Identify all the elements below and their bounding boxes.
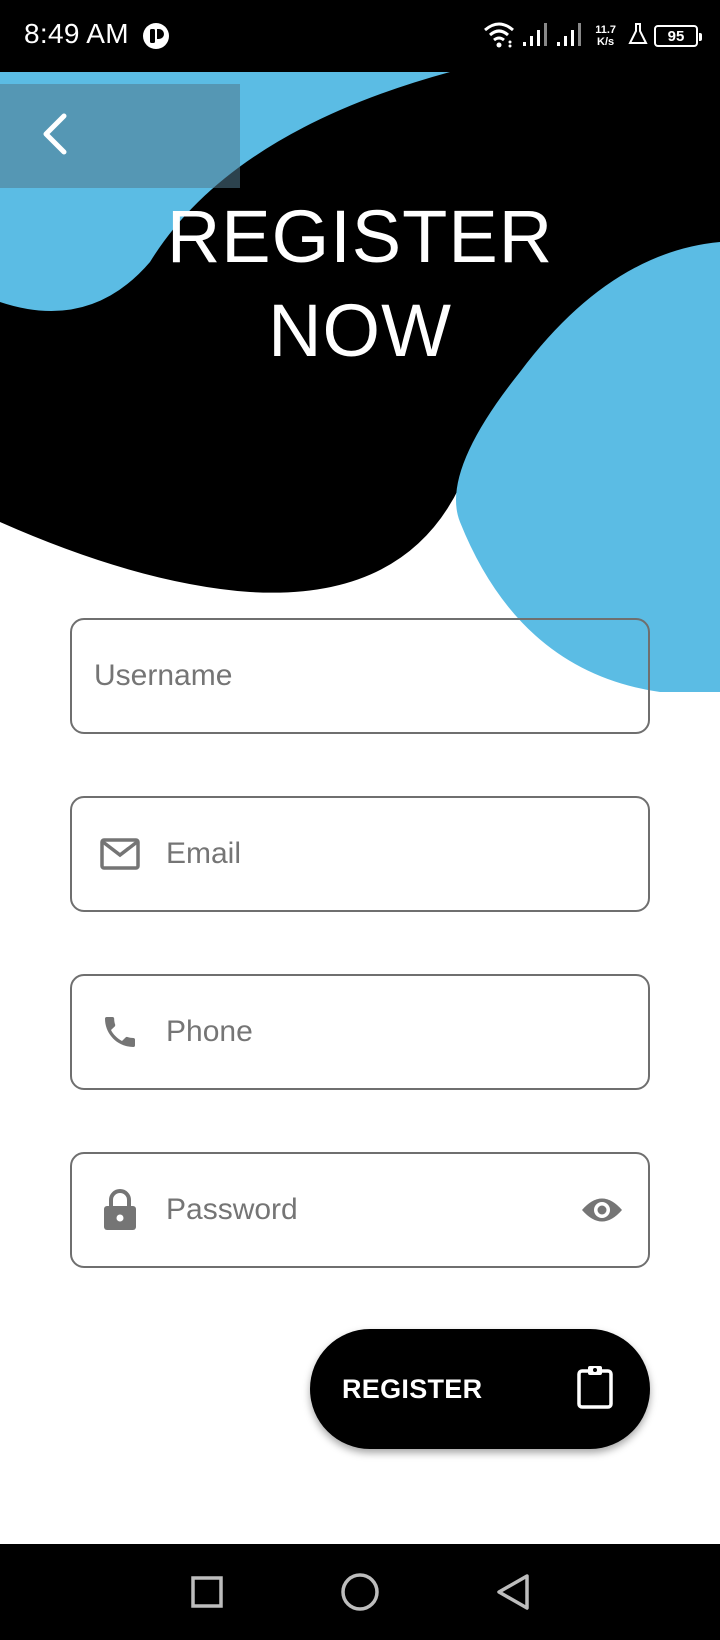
mail-icon — [98, 832, 142, 876]
page-title: REGISTER NOW — [0, 190, 720, 378]
status-time: 8:49 AM — [24, 18, 129, 49]
battery-icon: 95 — [654, 25, 702, 47]
phone-input[interactable] — [166, 976, 648, 1088]
email-field-container — [70, 796, 650, 912]
system-nav-bar — [0, 1544, 720, 1640]
email-input[interactable] — [166, 798, 648, 910]
back-button[interactable] — [0, 84, 240, 188]
title-line-2: NOW — [268, 289, 452, 372]
password-field-container — [70, 1152, 650, 1268]
battery-level: 95 — [667, 27, 685, 45]
net-speed-unit: K/s — [597, 36, 615, 48]
back-icon[interactable] — [483, 1562, 543, 1622]
phone-icon — [98, 1010, 142, 1054]
register-button[interactable]: REGISTER — [310, 1329, 650, 1449]
title-line-1: REGISTER — [166, 195, 554, 278]
signal-icon — [521, 20, 549, 53]
eye-icon[interactable] — [578, 1186, 626, 1234]
net-speed-value: 11.7 — [595, 24, 616, 36]
app-indicator-icon — [142, 22, 170, 50]
status-icons: 11.7 K/s 95 — [483, 18, 702, 54]
register-button-label: REGISTER — [342, 1373, 483, 1404]
wifi-icon — [483, 20, 515, 53]
username-input[interactable] — [72, 620, 648, 732]
password-input[interactable] — [166, 1154, 578, 1266]
username-field-container — [70, 618, 650, 734]
lab-icon — [628, 22, 648, 51]
clipboard-icon — [576, 1365, 614, 1414]
home-icon[interactable] — [330, 1562, 390, 1622]
net-speed: 11.7 K/s — [595, 24, 616, 48]
chevron-left-icon — [38, 112, 70, 161]
signal-icon — [555, 20, 583, 53]
phone-field-container — [70, 974, 650, 1090]
status-bar: 8:49 AM 11.7 K/s 95 — [0, 0, 720, 72]
lock-icon — [98, 1188, 142, 1232]
recents-icon[interactable] — [177, 1562, 237, 1622]
